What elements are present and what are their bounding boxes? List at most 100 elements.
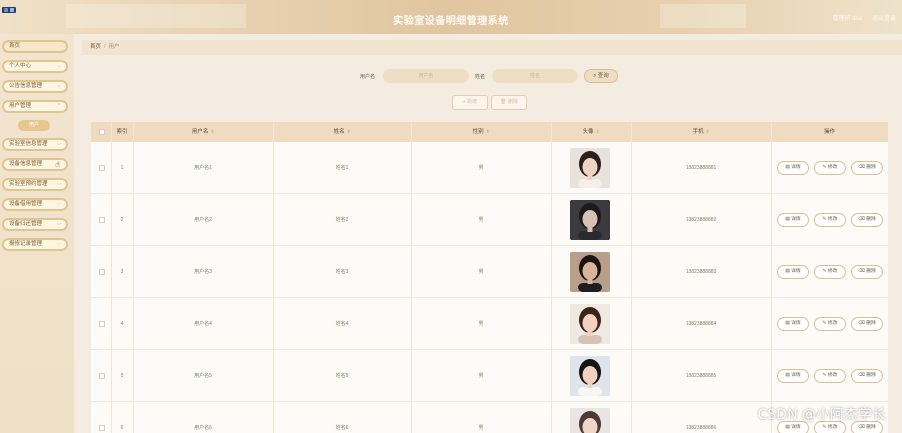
- column-header-phone[interactable]: 手机 ⇕: [631, 122, 771, 142]
- edit-label: 修改: [827, 321, 838, 326]
- detail-button[interactable]: ▤ 详情: [777, 317, 809, 331]
- delete-button[interactable]: ⌫ 删除: [851, 213, 883, 227]
- cell-gender: 男: [478, 269, 484, 275]
- cell-index: 1: [120, 165, 124, 171]
- app-title: 实验室设备明细管理系统: [393, 16, 509, 27]
- cell-name: 姓名2: [335, 217, 349, 223]
- sidebar-item-notices[interactable]: 公告信息管理 ⌵: [2, 80, 68, 93]
- sidebar-item-repairs[interactable]: 报修记录管理 ⌵: [2, 238, 68, 251]
- edit-label: 修改: [827, 269, 838, 274]
- detail-button[interactable]: ▤ 详情: [777, 369, 809, 383]
- sort-icon: ⇕: [210, 129, 215, 134]
- table-row: 1 用户名1 姓名1 男 13823888881 ▤ 详情 ✎ 修改 ⌫ 删除: [91, 142, 888, 194]
- column-header-avatar[interactable]: 头像 ⇕: [551, 122, 631, 142]
- cell-gender: 男: [478, 165, 484, 171]
- name-input[interactable]: 姓名: [492, 69, 578, 83]
- cell-phone: 13823888883: [685, 269, 717, 275]
- select-all-checkbox[interactable]: [99, 129, 105, 135]
- username-input[interactable]: 用户名: [383, 69, 469, 83]
- sidebar-item-users[interactable]: 用户管理 ⌃: [2, 100, 68, 113]
- cell-phone: 13823888886: [685, 425, 717, 431]
- logout-link[interactable]: 退出登录: [872, 13, 896, 22]
- edit-button[interactable]: ✎ 修改: [814, 369, 846, 383]
- breadcrumb: 首页 / 用户: [82, 40, 902, 55]
- sort-icon: ⇕: [705, 129, 710, 134]
- cell-username: 用户名6: [194, 425, 212, 431]
- avatar: [570, 148, 610, 188]
- avatar: [570, 252, 610, 292]
- detail-label: 详情: [791, 425, 801, 430]
- cell-username: 用户名1: [194, 165, 212, 171]
- sidebar-item-home[interactable]: 首页: [2, 40, 68, 53]
- detail-label: 详情: [791, 373, 801, 378]
- detail-label: 详情: [791, 165, 801, 170]
- delete-label: 删除: [866, 373, 876, 378]
- chevron-down-icon: ⌵: [57, 241, 61, 247]
- detail-label: 详情: [791, 321, 801, 326]
- table-row: 2 用户名2 姓名2 男 13823888882 ▤ 详情 ✎ 修改 ⌫ 删除: [91, 194, 888, 246]
- sidebar-item-profile[interactable]: 个人中心 ⌵: [2, 60, 68, 73]
- edit-label: 修改: [827, 217, 838, 222]
- sidebar-item-label: 公告信息管理: [9, 83, 43, 89]
- delete-label: 删除: [866, 321, 876, 326]
- detail-button[interactable]: ▤ 详情: [777, 265, 809, 279]
- sidebar-item-labs[interactable]: 实验室信息管理 ⌵: [2, 138, 68, 151]
- cell-phone: 13823888884: [685, 321, 717, 327]
- cell-gender: 男: [478, 425, 484, 431]
- column-header-username[interactable]: 用户名 ⇕: [133, 122, 273, 142]
- row-checkbox[interactable]: [99, 373, 105, 379]
- current-user: 管理员 abo: [832, 16, 862, 22]
- cell-index: 6: [120, 425, 124, 431]
- trash-icon: 🗑︎: [500, 99, 508, 105]
- cell-name: 姓名1: [335, 165, 349, 171]
- edit-button[interactable]: ✎ 修改: [814, 317, 846, 331]
- cell-phone: 13823888885: [685, 373, 717, 379]
- chevron-down-icon: ⌵: [57, 63, 61, 69]
- add-button[interactable]: + 新增: [452, 95, 488, 110]
- cell-name: 姓名5: [335, 373, 349, 379]
- delete-button[interactable]: ⌫ 删除: [851, 317, 883, 331]
- sidebar: 首页 个人中心 ⌵ 公告信息管理 ⌵ 用户管理 ⌃ 用户 实验室信息管理 ⌵ 设备信息管…: [0, 34, 74, 433]
- cell-phone: 13823888881: [685, 165, 717, 171]
- row-checkbox[interactable]: [99, 217, 105, 223]
- edit-button[interactable]: ✎ 修改: [814, 161, 846, 175]
- row-checkbox[interactable]: [99, 269, 105, 275]
- delete-button[interactable]: ⌫ 删除: [851, 161, 883, 175]
- row-checkbox[interactable]: [99, 165, 105, 171]
- sidebar-item-label: 设备归还管理: [9, 221, 43, 227]
- delete-label: 删除: [866, 269, 876, 274]
- batch-delete-button[interactable]: 🗑︎ 删除: [491, 95, 527, 110]
- delete-button[interactable]: ⌫ 删除: [851, 265, 883, 279]
- chevron-down-icon: ⌵: [57, 201, 61, 207]
- breadcrumb-home[interactable]: 首页: [90, 44, 101, 50]
- row-checkbox[interactable]: [99, 321, 105, 327]
- detail-button[interactable]: ▤ 详情: [777, 161, 809, 175]
- chevron-up-icon: ⌃: [56, 103, 61, 109]
- column-header-gender[interactable]: 性别 ⇕: [411, 122, 551, 142]
- delete-label: 删除: [866, 425, 876, 430]
- edit-button[interactable]: ✎ 修改: [814, 213, 846, 227]
- edit-button[interactable]: ✎ 修改: [814, 265, 846, 279]
- query-button[interactable]: ⌕ 查询: [584, 69, 618, 83]
- delete-button[interactable]: ⌫ 删除: [851, 369, 883, 383]
- sidebar-item-return[interactable]: 设备归还管理 ⌵: [2, 218, 68, 231]
- cell-gender: 男: [478, 373, 484, 379]
- row-checkbox[interactable]: [99, 425, 105, 431]
- username-label: 用户名: [360, 74, 376, 80]
- edit-label: 修改: [827, 165, 838, 170]
- sidebar-item-label: 首页: [9, 43, 21, 49]
- sidebar-item-label: 实验室信息管理: [9, 141, 48, 147]
- cell-index: 2: [120, 217, 124, 223]
- sidebar-subitem-user[interactable]: 用户: [18, 120, 50, 131]
- mouse-pointer-icon: ☝: [55, 160, 60, 169]
- sort-icon: ⇕: [485, 129, 490, 134]
- query-button-label: 查询: [597, 73, 609, 79]
- chevron-down-icon: ⌵: [57, 141, 61, 147]
- column-header-name[interactable]: 姓名 ⇕: [273, 122, 411, 142]
- sidebar-item-lab-booking[interactable]: 实验室预约管理 ⌵: [2, 178, 68, 191]
- sidebar-item-borrow[interactable]: 设备借用管理 ⌵: [2, 198, 68, 211]
- sidebar-item-label: 个人中心: [9, 63, 32, 69]
- column-header-actions: 操作: [823, 129, 835, 135]
- detail-button[interactable]: ▤ 详情: [777, 213, 809, 227]
- name-label: 姓名: [475, 74, 486, 80]
